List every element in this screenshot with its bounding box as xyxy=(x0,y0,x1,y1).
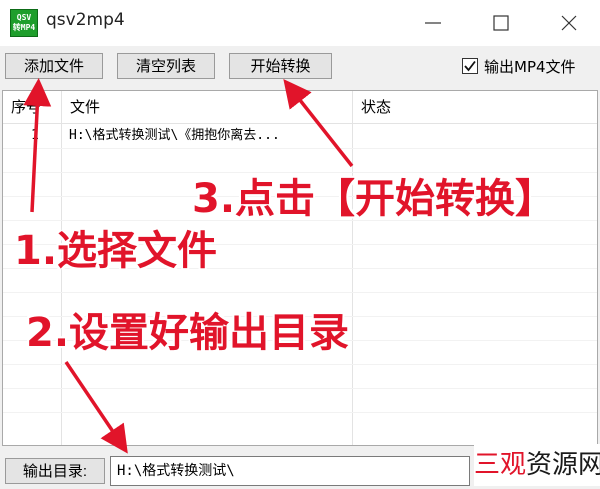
app-window: QSV 转MP4 qsv2mp4 添加文件 清空列表 开始转换 输出MP4文件 … xyxy=(0,0,600,489)
arrow-to-output-dir xyxy=(64,361,128,454)
arrow-to-add-file xyxy=(23,78,52,213)
watermark: 三观资源网 xyxy=(474,444,600,486)
annotation-step1: 1.选择文件 xyxy=(14,228,218,274)
watermark-part-a: 三观 xyxy=(474,450,527,480)
arrow-to-start-button xyxy=(283,79,354,168)
annotation-step3: 3.点击【开始转换】 xyxy=(192,176,556,222)
annotation-step2: 2.设置好输出目录 xyxy=(26,310,350,356)
watermark-part-b: 资源网 xyxy=(526,450,600,480)
